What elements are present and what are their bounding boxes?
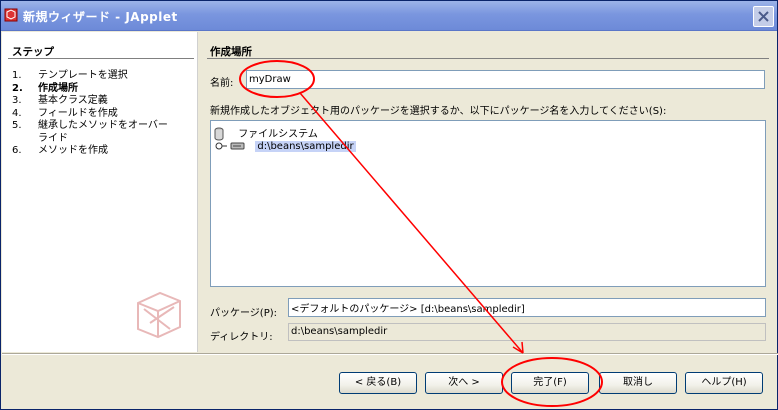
title-bar[interactable]: 新規ウィザード - JApplet	[1, 1, 777, 31]
tree-node-filesystem[interactable]: ファイルシステム	[213, 125, 318, 141]
drive-icon	[230, 142, 245, 150]
step-item: 5. 継承したメソッドをオーバーライド	[12, 120, 168, 144]
help-button[interactable]: ヘルプ(H)	[685, 372, 763, 394]
step-item-current: 2. 作成場所	[12, 82, 78, 94]
window-title: 新規ウィザード - JApplet	[23, 10, 178, 24]
step-item: 6. メソッドを作成	[12, 145, 108, 156]
back-button[interactable]: < 戻る(B)	[339, 372, 417, 394]
name-label: 名前:	[210, 78, 234, 89]
tree-node-sampledir[interactable]: d:\beans\sampledir	[215, 141, 356, 152]
cancel-button[interactable]: 取消し	[599, 372, 677, 394]
directory-field: d:\beans\sampledir	[288, 323, 766, 341]
filesystem-icon	[214, 127, 224, 141]
finish-button[interactable]: 完了(F)	[511, 372, 589, 394]
directory-label: ディレクトリ:	[210, 332, 273, 343]
package-instructions: 新規作成したオブジェクト用のパッケージを選択するか、以下にパッケージ名を入力して…	[210, 106, 667, 117]
bottom-divider	[2, 353, 778, 355]
close-icon	[758, 11, 769, 22]
step-item: 3. 基本クラス定義	[12, 95, 108, 106]
tree-root-label: ファイルシステム	[238, 129, 318, 140]
app-icon	[4, 8, 18, 22]
section-divider	[207, 58, 769, 59]
expand-handle-icon[interactable]	[215, 141, 227, 151]
section-title: 作成場所	[210, 46, 252, 58]
close-button[interactable]	[753, 6, 774, 27]
next-button[interactable]: 次へ >	[425, 372, 503, 394]
package-input[interactable]	[288, 298, 766, 317]
package-tree[interactable]: ファイルシステム d:\beans\sampledir	[210, 120, 766, 287]
step-item: 1. テンプレートを選択	[12, 70, 128, 81]
main-pane: 作成場所 名前: 新規作成したオブジェクト用のパッケージを選択するか、以下にパッ…	[199, 32, 777, 352]
cube-icon	[137, 291, 181, 339]
package-label: パッケージ(P):	[210, 308, 278, 319]
steps-divider	[8, 58, 194, 59]
steps-pane: ステップ 1. テンプレートを選択 2. 作成場所 3. 基本クラス定義 4. フィール…	[2, 32, 198, 352]
wizard-window: 新規ウィザード - JApplet ステップ 1. テンプレートを選択 2. 作成場…	[0, 0, 778, 410]
tree-child-label: d:\beans\sampledir	[255, 141, 356, 152]
steps-title: ステップ	[12, 46, 54, 58]
name-input[interactable]	[246, 70, 765, 89]
steps-list: 1. テンプレートを選択 2. 作成場所 3. 基本クラス定義 4. フィールドを作成 …	[12, 70, 192, 158]
step-item: 4. フィールドを作成	[12, 107, 118, 119]
